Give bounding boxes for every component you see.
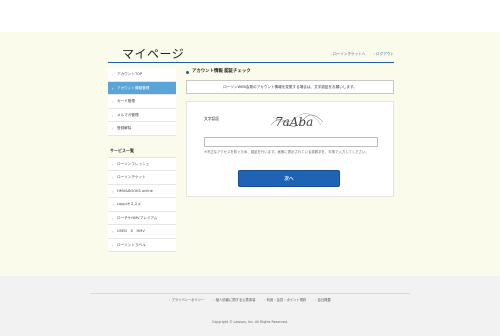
service-hmv-premium[interactable]: ローチケHMVプレミアム: [108, 211, 176, 225]
copyright: Copyright © Lawson, Inc. All Rights Rese…: [212, 320, 288, 324]
sidebar-item-card[interactable]: カード管理: [108, 95, 176, 109]
services-heading: サービス一覧: [108, 144, 176, 158]
captcha-label: 文字認証: [204, 116, 220, 121]
company-link[interactable]: 会社概要: [315, 297, 331, 302]
logout-link[interactable]: ログアウト: [373, 52, 394, 57]
top-bar: [0, 0, 500, 32]
service-loppi[interactable]: Loppiオススメ: [108, 198, 176, 212]
footer-links: プライバシーポリシー 個人情報に関する公表事項 利用・会員・ポイント規約 会社概…: [0, 297, 500, 302]
personal-info-link[interactable]: 個人情報に関する公表事項: [213, 297, 256, 302]
captcha-input[interactable]: [204, 137, 378, 147]
captcha-image: 7aAba: [270, 113, 324, 129]
captcha-note: ※不正なアクセスを防ぐため、認証を行います。画像に表示されている英数字を、半角で…: [204, 150, 369, 154]
main-content: アカウント情報 認証チェック ローソンWEB会員のアカウント情報を変更する場合は…: [186, 68, 394, 197]
footer-background: [0, 276, 500, 336]
section-title: アカウント情報 認証チェック: [186, 68, 394, 76]
sidebar: アカウントTOP アカウント情報管理 カード管理 メルマガ管理 登録解除 サービ…: [108, 68, 176, 252]
sidebar-item-account-top[interactable]: アカウントTOP: [108, 68, 176, 82]
service-lawson-fresh[interactable]: ローソンフレッシュ: [108, 157, 176, 171]
privacy-policy-link[interactable]: プライバシーポリシー: [169, 297, 205, 302]
sidebar-item-mailmag[interactable]: メルマガ管理: [108, 108, 176, 122]
title-divider: [108, 62, 394, 63]
lawson-ticket-link[interactable]: ローソンチケットへ: [331, 52, 365, 57]
page-title: マイページ: [122, 47, 185, 61]
sidebar-item-unregister[interactable]: 登録解除: [108, 122, 176, 136]
header-links: ローソンチケットへ ログアウト: [331, 52, 394, 57]
terms-link[interactable]: 利用・会員・ポイント規約: [264, 297, 307, 302]
service-lawson-ticket[interactable]: ローソンチケット: [108, 171, 176, 185]
notice-box: ローソンWEB会員のアカウント情報を変更する場合は、文字認証をお願いします。: [186, 80, 394, 94]
service-hmv-books[interactable]: HMV&BOOKS online: [108, 184, 176, 198]
captcha-panel: 文字認証 7aAba ※不正なアクセスを防ぐため、認証を行います。画像に表示され…: [186, 101, 394, 197]
service-lawson-travel[interactable]: ローソントラベル: [108, 238, 176, 252]
captcha-text: 7aAba: [275, 115, 313, 129]
next-button[interactable]: 次へ: [238, 170, 340, 187]
sidebar-item-account-info[interactable]: アカウント情報管理: [108, 81, 176, 95]
footer-divider: [90, 293, 410, 294]
service-usen-hmv[interactable]: USEN X HMV: [108, 225, 176, 239]
